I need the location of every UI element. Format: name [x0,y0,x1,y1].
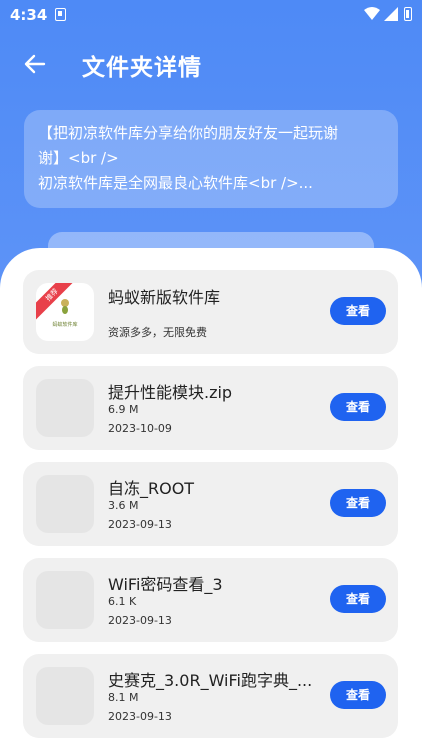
view-button[interactable]: 查看 [330,489,386,517]
item-name: 史赛克_3.0R_WiFi跑字典_... [108,671,313,690]
title-bar: 文件夹详情 [0,38,422,90]
status-time: 4:34 [10,6,48,24]
description-line: 初凉软件库是全网最良心软件库<br />... [38,174,313,192]
item-size: 6.9 M [108,403,139,416]
sim-card-icon [55,8,66,21]
item-date: 2023-10-09 [108,422,172,435]
list-item[interactable]: 提升性能模块.zip 6.9 M 2023-10-09 查看 [23,366,398,450]
item-date: 2023-09-13 [108,518,172,531]
list-item[interactable]: 自冻_ROOT 3.6 M 2023-09-13 查看 [23,462,398,546]
item-name: WiFi密码查看_3 [108,575,223,594]
description-line: 谢】<br /> [38,149,119,167]
item-size: 6.1 K [108,595,137,608]
item-name: 提升性能模块.zip [108,383,233,402]
item-date: 2023-09-13 [108,614,172,627]
file-thumbnail [36,475,94,533]
item-date: 2023-09-13 [108,710,172,723]
view-button[interactable]: 查看 [330,393,386,421]
back-arrow-icon[interactable] [22,52,48,76]
logo-text: 蚂蚁软件库 [52,322,78,328]
list-item[interactable]: 史赛克_3.0R_WiFi跑字典_... 8.1 M 2023-09-13 查看 [23,654,398,738]
item-size: 8.1 M [108,691,139,704]
item-name: 自冻_ROOT [108,479,195,498]
battery-icon [404,7,412,21]
item-subtitle: 资源多多，无限免费 [108,326,207,339]
status-bar: 4:34 [0,0,422,30]
view-button[interactable]: 查看 [330,585,386,613]
item-size: 3.6 M [108,499,139,512]
signal-icon [384,7,398,21]
view-button[interactable]: 查看 [330,297,386,325]
file-thumbnail [36,379,94,437]
description-line: 【把初凉软件库分享给你的朋友好友一起玩谢 [38,124,339,142]
wifi-icon [364,7,380,20]
file-thumbnail [36,571,94,629]
list-item[interactable]: 推荐 蚂蚁软件库 蚂蚁新版软件库 资源多多，无限免费 查看 [23,270,398,354]
ant-logo-icon [61,299,69,314]
file-thumbnail [36,667,94,725]
app-logo: 推荐 蚂蚁软件库 [36,283,94,341]
item-name: 蚂蚁新版软件库 [108,288,221,307]
folder-description-card: 【把初凉软件库分享给你的朋友好友一起玩谢 谢】<br /> 初凉软件库是全网最良… [24,110,398,208]
list-item[interactable]: WiFi密码查看_3 6.1 K 2023-09-13 查看 [23,558,398,642]
page-title: 文件夹详情 [82,55,202,81]
view-button[interactable]: 查看 [330,681,386,709]
